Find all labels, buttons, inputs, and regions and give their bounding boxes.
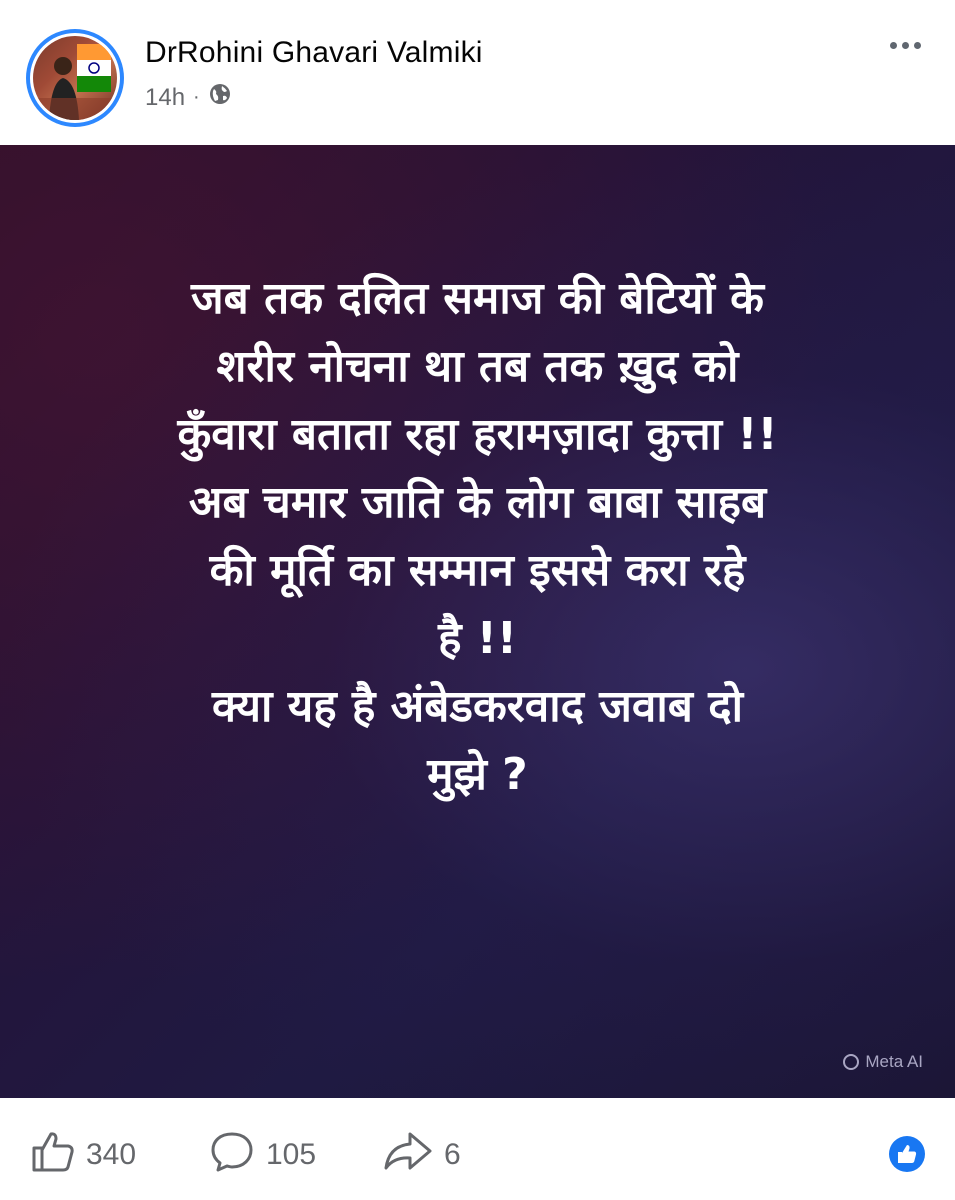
post-text: जब तक दलित समाज की बेटियों के शरीर नोचना… <box>60 265 895 809</box>
post-actions-bar: 340 105 6 <box>0 1098 955 1200</box>
share-button[interactable]: 6 <box>382 1128 461 1182</box>
avatar-photo <box>33 36 117 120</box>
meta-ai-watermark: Meta AI <box>843 1052 923 1072</box>
post-text-line: है !! <box>438 613 517 664</box>
post-text-line: जब तक दलित समाज की बेटियों के <box>191 273 764 324</box>
post-text-line: मुझे ? <box>427 749 528 800</box>
post-text-line: कुँवारा बताता रहा हरामज़ादा कुत्ता !! <box>177 409 778 460</box>
more-options-icon[interactable] <box>890 42 921 49</box>
thumbs-up-icon <box>30 1128 76 1182</box>
post-content-card[interactable]: जब तक दलित समाज की बेटियों के शरीर नोचना… <box>0 145 955 1098</box>
share-count: 6 <box>444 1138 461 1171</box>
post-text-line: की मूर्ति का सम्मान इससे करा रहे <box>209 545 746 596</box>
comment-bubble-icon <box>208 1128 256 1182</box>
author-avatar[interactable] <box>26 29 124 127</box>
post-meta: 14h · <box>145 82 232 113</box>
meta-ai-icon <box>843 1054 860 1070</box>
globe-icon[interactable] <box>208 82 232 113</box>
watermark-label: Meta AI <box>865 1052 923 1071</box>
meta-separator: · <box>193 86 200 108</box>
post-text-line: क्या यह है अंबेडकरवाद जवाब दो <box>212 681 743 732</box>
author-name[interactable]: DrRohini Ghavari Valmiki <box>145 36 483 70</box>
like-button[interactable]: 340 <box>30 1128 136 1182</box>
comment-count: 105 <box>266 1138 317 1171</box>
like-reaction-icon[interactable] <box>889 1136 925 1172</box>
post-text-line: शरीर नोचना था तब तक ख़ुद को <box>216 341 739 392</box>
share-arrow-icon <box>382 1128 434 1182</box>
avatar-border <box>30 33 120 123</box>
avatar-image-icon <box>33 44 117 120</box>
post-timestamp[interactable]: 14h <box>145 84 185 112</box>
post-text-line: अब चमार जाति के लोग बाबा साहब <box>188 477 767 528</box>
like-count: 340 <box>86 1138 137 1171</box>
post-header: DrRohini Ghavari Valmiki 14h · <box>0 0 955 145</box>
comment-button[interactable]: 105 <box>208 1128 316 1182</box>
